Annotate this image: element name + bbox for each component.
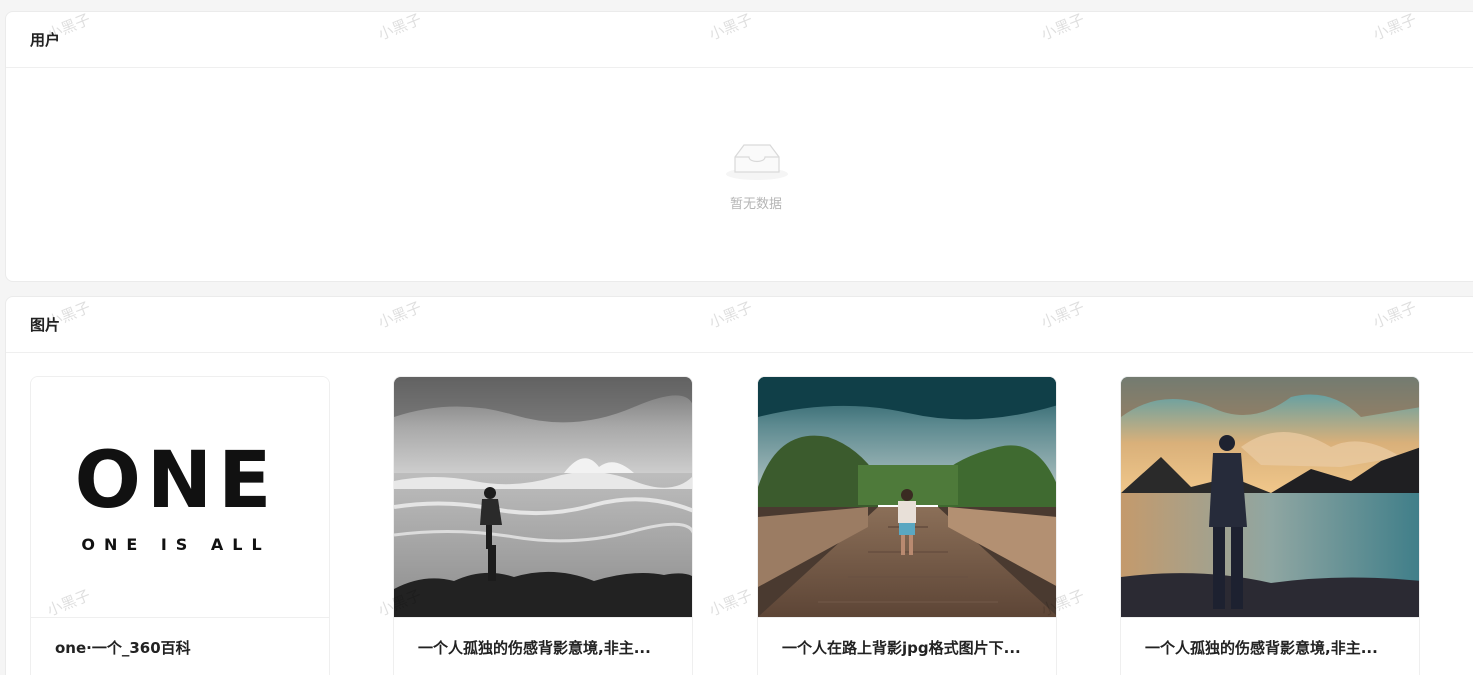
images-card: 图片 ONE ONE IS ALL one·一个_360百科 一个人孤独的伤感背… <box>5 296 1473 675</box>
image-caption[interactable]: 一个人在路上背影jpg格式图片下... <box>758 617 1056 675</box>
image-card[interactable]: 一个人孤独的伤感背影意境,非主... <box>393 376 693 675</box>
empty-state: 暂无数据 <box>6 69 1473 281</box>
image-caption[interactable]: 一个人孤独的伤感背影意境,非主... <box>394 617 692 675</box>
logo-sub-text: ONE IS ALL <box>81 535 270 554</box>
image-caption[interactable]: one·一个_360百科 <box>31 617 329 675</box>
image-thumbnail[interactable] <box>1121 377 1419 617</box>
image-caption-text: 一个人孤独的伤感背影意境,非主... <box>1145 639 1378 657</box>
inbox-icon <box>725 139 789 185</box>
image-caption-text: 一个人孤独的伤感背影意境,非主... <box>418 639 651 657</box>
image-thumbnail[interactable] <box>394 377 692 617</box>
image-caption[interactable]: 一个人孤独的伤感背影意境,非主... <box>1121 617 1419 675</box>
logo-main-text: ONE <box>75 436 278 526</box>
image-thumbnail[interactable]: ONE ONE IS ALL <box>31 377 329 617</box>
empty-text: 暂无数据 <box>729 197 782 212</box>
images-card-header: 图片 <box>6 297 1473 353</box>
image-thumbnail[interactable] <box>758 377 1056 617</box>
image-caption-text: 一个人在路上背影jpg格式图片下... <box>782 639 1021 657</box>
seashore-photo <box>394 377 692 617</box>
images-card-title: 图片 <box>30 316 61 334</box>
image-card[interactable]: 一个人在路上背影jpg格式图片下... <box>757 376 1057 675</box>
one-logo-image: ONE ONE IS ALL <box>31 377 329 617</box>
image-card[interactable]: ONE ONE IS ALL one·一个_360百科 <box>30 376 330 675</box>
page: 用户 暂无数据 图片 ONE ONE IS ALL one·一个_360百科 一… <box>0 0 1473 675</box>
image-card[interactable]: 一个人孤独的伤感背影意境,非主... <box>1120 376 1420 675</box>
sunset-lake-photo <box>1121 377 1419 617</box>
bridge-photo <box>758 377 1056 617</box>
users-card: 用户 暂无数据 <box>5 11 1473 282</box>
users-card-header: 用户 <box>6 12 1473 68</box>
users-card-title: 用户 <box>30 31 61 49</box>
image-caption-text: one·一个_360百科 <box>55 639 191 657</box>
